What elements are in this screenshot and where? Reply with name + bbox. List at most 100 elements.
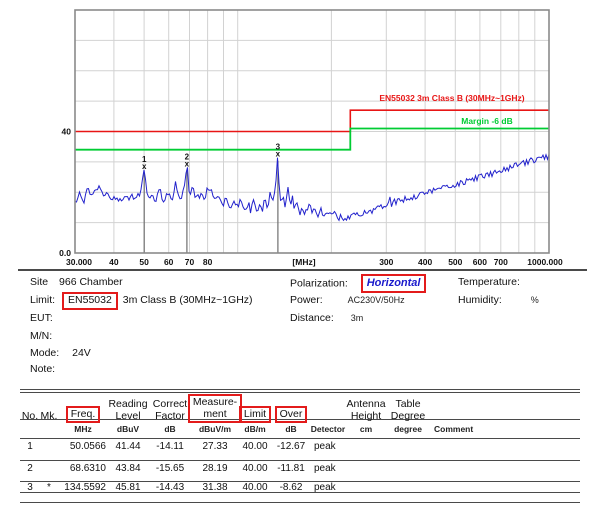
svg-text:50: 50 — [139, 257, 149, 267]
polarization-value: Horizontal — [367, 277, 421, 289]
table-header-annotation-box: Limit — [239, 406, 271, 424]
svg-text:60: 60 — [164, 257, 174, 267]
table-header-text: Limit — [244, 409, 266, 421]
cell-freq: 68.6310 — [58, 463, 108, 474]
spectrum-chart-svg: EN55032 3m Class B (30MHz~1GHz)Margin -6… — [0, 0, 600, 268]
cell-correct: -14.43 — [148, 482, 192, 493]
distance-field: Distance: 3m — [290, 312, 363, 324]
svg-text:600: 600 — [473, 257, 487, 267]
table-unit-correct: dB — [148, 424, 192, 434]
svg-text:0.0: 0.0 — [59, 248, 71, 258]
table-header-over: Over — [272, 406, 310, 423]
distance-label: Distance: — [290, 312, 334, 324]
peak-marker-lines — [144, 161, 278, 253]
site-field: Site 966 Chamber — [30, 276, 123, 288]
table-header-limit: Limit — [238, 406, 272, 423]
cell-deg — [386, 441, 430, 452]
humidity-unit: % — [531, 295, 539, 305]
cell-mk: * — [40, 482, 58, 493]
table-unit-det: Detector — [310, 424, 346, 434]
cell-deg — [386, 482, 430, 493]
table-header-freq: Freq. — [58, 406, 108, 423]
cell-comment — [430, 482, 482, 493]
humidity-field: Humidity: % — [458, 294, 539, 306]
table-header-annotation-box: Over — [275, 406, 308, 424]
limit-standard: EN55032 — [68, 294, 112, 306]
polarization-label: Polarization: — [290, 277, 348, 289]
results-table-units-row: MHzdBuVdBdBuV/mdB/mdBDetectorcmdegreeCom… — [20, 424, 580, 434]
power-field: Power: AC230V/50Hz — [290, 294, 405, 306]
peak-marker-number: 1 — [142, 155, 147, 164]
eut-field: EUT: — [30, 312, 53, 324]
cell-meas: 27.33 — [192, 441, 238, 452]
svg-text:300: 300 — [379, 257, 393, 267]
table-unit-freq: MHz — [58, 424, 108, 434]
cell-det: peak — [310, 482, 346, 493]
temperature-label: Temperature: — [458, 276, 520, 288]
limit-detail: 3m Class B (30MHz~1GHz) — [123, 294, 253, 306]
cell-freq: 134.5592 — [58, 482, 108, 493]
table-header-annotation-box: Measure-ment — [188, 394, 242, 423]
svg-text:1000.000: 1000.000 — [527, 257, 563, 267]
mn-label: M/N: — [30, 330, 52, 342]
cell-comment — [430, 463, 482, 474]
table-unit-mk — [40, 424, 58, 434]
distance-value: 3m — [351, 313, 364, 323]
table-rule — [20, 389, 580, 390]
temperature-field: Temperature: — [458, 276, 520, 288]
cell-freq: 50.0566 — [58, 441, 108, 452]
table-header-text: Mk. — [41, 411, 58, 423]
mode-value: 24V — [72, 347, 91, 359]
table-header-ant: AntennaHeight — [346, 399, 386, 422]
table-unit-over: dB — [272, 424, 310, 434]
svg-text:500: 500 — [448, 257, 462, 267]
peak-markers: x1x2x3 — [142, 143, 281, 171]
table-header-text: Table — [395, 399, 420, 411]
svg-text:700: 700 — [494, 257, 508, 267]
table-header-text: Freq. — [71, 409, 96, 421]
cell-over: -12.67 — [272, 441, 310, 452]
table-header-no: No. — [20, 411, 40, 423]
x-axis-tick-labels: 30.00040506070803004005006007001000.000[… — [66, 257, 563, 267]
limit-label: Limit: — [30, 294, 55, 306]
table-header-text: Level — [115, 411, 140, 423]
polarization-annotation-box: Horizontal — [361, 274, 427, 293]
table-header-text: No. — [22, 411, 38, 423]
mode-field: Mode: 24V — [30, 347, 91, 359]
table-header-meas: Measure-ment — [192, 394, 238, 422]
table-header-text: Factor — [155, 411, 185, 423]
svg-text:40: 40 — [109, 257, 119, 267]
power-value: AC230V/50Hz — [348, 295, 405, 305]
svg-text:70: 70 — [185, 257, 195, 267]
y-axis-tick-labels: 400.0 — [59, 127, 71, 259]
svg-text:30.000: 30.000 — [66, 257, 92, 267]
table-header-annotation-box: Freq. — [66, 406, 101, 424]
limit-field: Limit: EN55032 3m Class B (30MHz~1GHz) — [30, 292, 253, 310]
site-value: 966 Chamber — [59, 276, 123, 288]
cell-meas: 31.38 — [192, 482, 238, 493]
table-header-correct: CorrectFactor — [148, 399, 192, 422]
cell-limit: 40.00 — [238, 463, 272, 474]
eut-label: EUT: — [30, 312, 53, 324]
table-unit-deg: degree — [386, 424, 430, 434]
table-unit-meas: dBuV/m — [192, 424, 238, 434]
humidity-label: Humidity: — [458, 294, 502, 306]
table-rule — [20, 392, 580, 393]
peak-marker-number: 3 — [276, 143, 281, 152]
svg-text:400: 400 — [418, 257, 432, 267]
table-header-text: Reading — [108, 399, 147, 411]
mode-label: Mode: — [30, 347, 59, 359]
table-rule — [20, 438, 580, 439]
table-row: 150.056641.44-14.1127.3340.00-12.67peak — [20, 441, 580, 452]
table-header-text: Degree — [391, 411, 425, 423]
table-row: 3*134.559245.81-14.4331.3840.00-8.62peak — [20, 482, 580, 493]
cell-det: peak — [310, 463, 346, 474]
x-axis-unit-label: [MHz] — [292, 257, 315, 267]
table-rule — [20, 502, 580, 503]
section-divider — [18, 269, 587, 271]
cell-reading: 43.84 — [108, 463, 148, 474]
table-header-text: Height — [351, 411, 381, 423]
limit-standard-annotation-box: EN55032 — [62, 292, 118, 310]
cell-no: 1 — [20, 441, 40, 452]
cell-no: 2 — [20, 463, 40, 474]
